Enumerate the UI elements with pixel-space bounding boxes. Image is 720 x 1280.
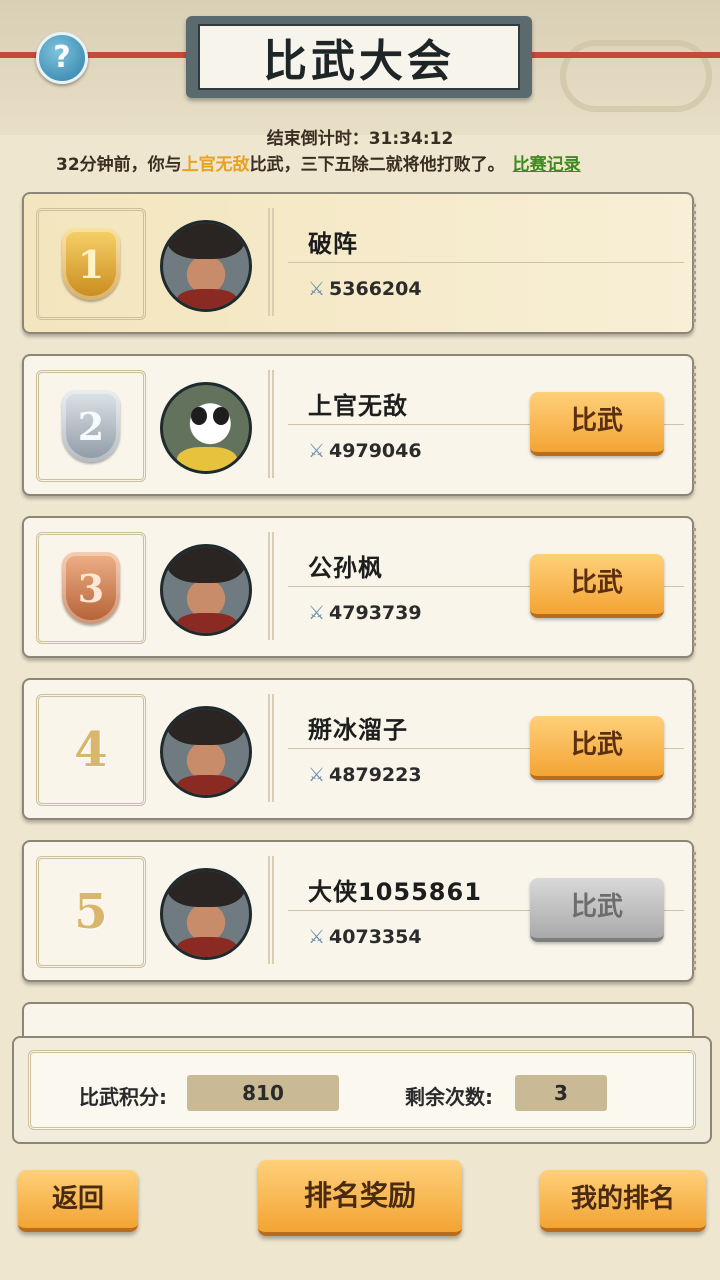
avatar — [160, 220, 252, 312]
player-name: 大侠1055861 — [308, 878, 482, 906]
gold-rank-badge-icon: 1 — [62, 228, 120, 300]
fight-button-disabled[interactable]: 比武 — [530, 878, 664, 942]
power-value: 4793739 — [329, 602, 422, 624]
avatar — [160, 544, 252, 636]
title-plate: 比武大会 — [186, 16, 532, 98]
score-value: 810 — [187, 1075, 339, 1111]
crossed-swords-icon: ⚔ — [308, 926, 326, 948]
card-edge-decoration — [685, 690, 696, 808]
avatar — [160, 868, 252, 960]
rank-box: 3 — [36, 532, 146, 644]
power-value: 4879223 — [329, 764, 422, 786]
my-rank-button[interactable]: 我的排名 — [540, 1170, 706, 1232]
ranking-rewards-button[interactable]: 排名奖励 — [258, 1160, 462, 1236]
player-info: 破阵 ⚔ 5366204 — [268, 208, 684, 316]
fight-button[interactable]: 比武 — [530, 716, 664, 780]
player-card: 4 掰冰溜子 ⚔ 4879223 比武 — [22, 678, 696, 820]
player-power: ⚔ 5366204 — [308, 278, 422, 300]
divider — [288, 262, 684, 263]
stats-inner: 比武积分: 810 剩余次数: 3 — [28, 1050, 696, 1130]
red-rope-decoration — [528, 52, 720, 58]
crossed-swords-icon: ⚔ — [308, 440, 326, 462]
match-record-link[interactable]: 比赛记录 — [513, 155, 581, 175]
power-value: 4979046 — [329, 440, 422, 462]
player-power: ⚔ 4879223 — [308, 764, 422, 786]
card-edge-decoration — [685, 204, 696, 322]
player-power: ⚔ 4979046 — [308, 440, 422, 462]
bronze-rank-badge-icon: 3 — [62, 552, 120, 624]
countdown-label: 结束倒计时： — [266, 129, 369, 149]
player-card: 3 公孙枫 ⚔ 4793739 比武 — [22, 516, 696, 658]
player-card: 5 大侠1055861 ⚔ 4073354 比武 — [22, 840, 696, 982]
battle-notice: 32分钟前，你与上官无敌比武，三下五除二就将他打败了。 比赛记录 — [56, 150, 581, 175]
power-value: 4073354 — [329, 926, 422, 948]
crossed-swords-icon: ⚔ — [308, 278, 326, 300]
rank-box: 2 — [36, 370, 146, 482]
rank-number: 4 — [74, 722, 108, 778]
notice-opponent: 上官无敌 — [181, 155, 250, 175]
fight-button[interactable]: 比武 — [530, 554, 664, 618]
remaining-value: 3 — [515, 1075, 607, 1111]
fight-button[interactable]: 比武 — [530, 392, 664, 456]
avatar — [160, 382, 252, 474]
stats-panel: 比武积分: 810 剩余次数: 3 — [12, 1036, 712, 1144]
rank-box: 1 — [36, 208, 146, 320]
silver-rank-badge-icon: 2 — [62, 390, 120, 462]
help-button[interactable]: ? — [36, 32, 88, 84]
player-power: ⚔ 4793739 — [308, 602, 422, 624]
power-value: 5366204 — [329, 278, 422, 300]
countdown: 结束倒计时：31:34:12 — [0, 124, 720, 149]
rank-box: 4 — [36, 694, 146, 806]
cloud-decoration — [560, 40, 712, 112]
rank-box: 5 — [36, 856, 146, 968]
question-mark-icon: ? — [53, 40, 71, 75]
avatar — [160, 706, 252, 798]
countdown-value: 31:34:12 — [368, 129, 454, 149]
crossed-swords-icon: ⚔ — [308, 602, 326, 624]
notice-prefix: 32分钟前，你与 — [56, 155, 182, 175]
crossed-swords-icon: ⚔ — [308, 764, 326, 786]
page-title: 比武大会 — [198, 24, 520, 90]
red-rope-decoration — [0, 52, 190, 58]
player-name: 破阵 — [308, 230, 358, 258]
score-label: 比武积分: — [79, 1085, 167, 1109]
player-name: 掰冰溜子 — [308, 716, 408, 744]
player-card: 1 破阵 ⚔ 5366204 — [22, 192, 696, 334]
rank-number: 5 — [74, 884, 108, 940]
player-name: 上官无敌 — [308, 392, 408, 420]
notice-suffix: 比武，三下五除二就将他打败了。 — [249, 155, 505, 175]
player-name: 公孙枫 — [308, 554, 383, 582]
player-card: 2 上官无敌 ⚔ 4979046 比武 — [22, 354, 696, 496]
back-button[interactable]: 返回 — [18, 1170, 138, 1232]
card-edge-decoration — [685, 528, 696, 646]
card-edge-decoration — [685, 366, 696, 484]
player-power: ⚔ 4073354 — [308, 926, 422, 948]
card-edge-decoration — [685, 852, 696, 970]
remaining-label: 剩余次数: — [405, 1085, 493, 1109]
